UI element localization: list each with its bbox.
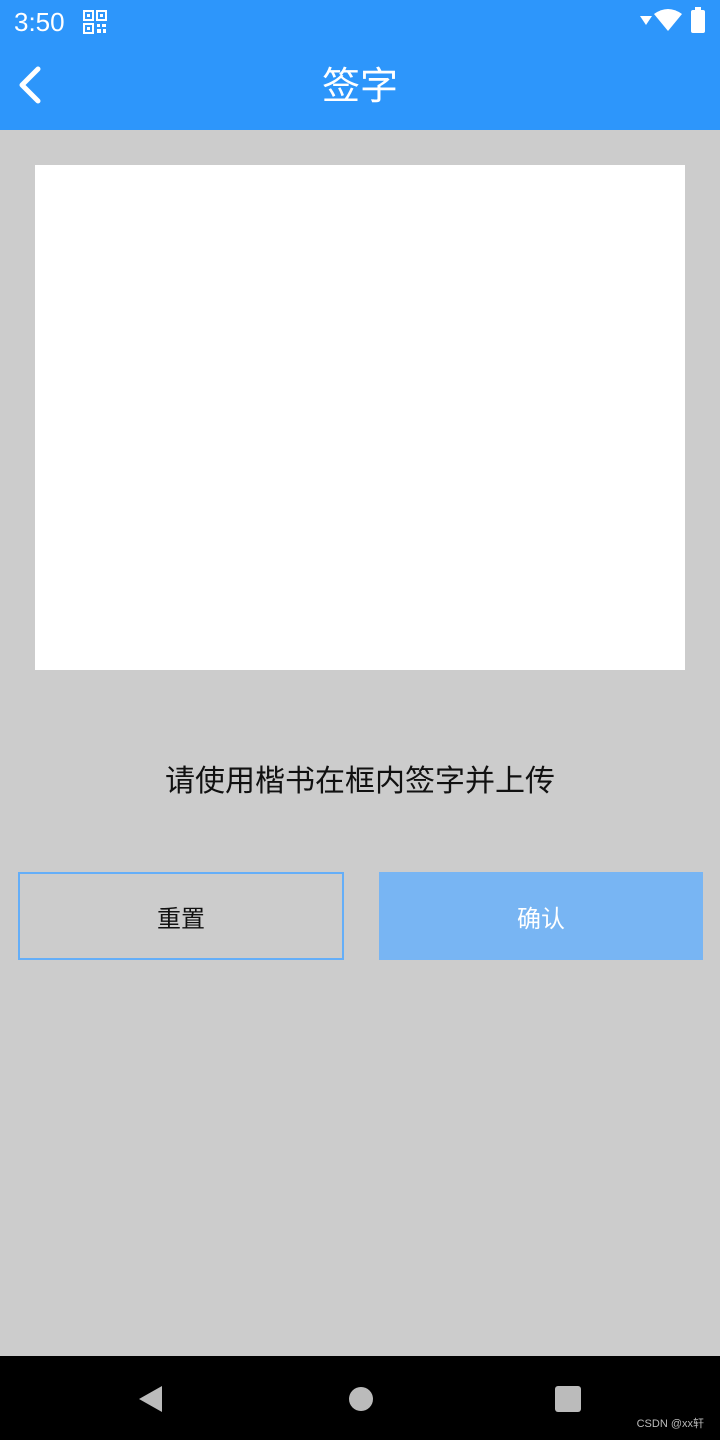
nav-back-icon[interactable]	[136, 1384, 166, 1414]
nav-recent-icon[interactable]	[554, 1385, 582, 1413]
reset-button[interactable]: 重置	[18, 872, 344, 960]
qr-code-icon	[83, 10, 107, 34]
nav-home-icon[interactable]	[347, 1385, 375, 1413]
app-header: 3:50 签字	[0, 0, 720, 130]
signature-canvas[interactable]	[35, 165, 685, 670]
signature-instruction: 请使用楷书在框内签字并上传	[165, 764, 555, 799]
watermark: CSDN @xx轩	[636, 1418, 704, 1430]
status-time: 3:50	[14, 7, 65, 37]
signal-icon	[640, 16, 652, 25]
navigation-bar	[0, 1356, 720, 1440]
confirm-button[interactable]: 确认	[379, 872, 703, 960]
wifi-icon	[654, 9, 682, 31]
battery-icon	[691, 7, 705, 33]
page-title: 签字	[321, 64, 398, 108]
